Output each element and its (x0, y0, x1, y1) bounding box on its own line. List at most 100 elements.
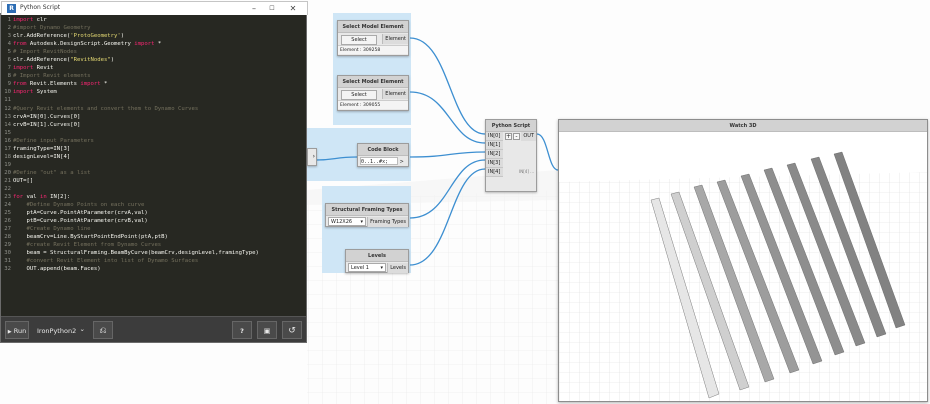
level-dropdown[interactable]: Level 1 ▾ (348, 263, 386, 272)
framing-type-dropdown[interactable]: W12X26 ▾ (328, 217, 366, 226)
element-output-port[interactable]: Element (382, 89, 408, 99)
structural-framing-types-node[interactable]: Structural Framing Types W12X26 ▾ Framin… (325, 203, 409, 227)
engine-dropdown[interactable]: IronPython2 ⌄ (33, 321, 89, 339)
code-line: 3 clr.AddReference('ProtoGeometry') (1, 32, 306, 40)
chevron-down-icon: ⌄ (79, 325, 85, 333)
level-selected: Level 1 (351, 265, 369, 271)
code-token: val (23, 194, 40, 201)
line-number: 5 (7, 49, 11, 56)
code-block-node[interactable]: Code Block 0..1..#x; > (357, 143, 409, 167)
code-token: #import Dynamo Geometry (13, 25, 91, 32)
editor-titlebar[interactable]: R Python Script – ☐ ✕ (1, 1, 308, 15)
code-token: import (13, 65, 34, 72)
code-token: #Define input Parameters (13, 137, 94, 144)
select-model-element-node-2[interactable]: Select Model Element Select Element Elem… (337, 75, 409, 111)
framing-type-selected: W12X26 (331, 219, 353, 225)
python-script-node[interactable]: Python Script IN[0] IN[1] IN[2] IN[3] IN… (485, 119, 537, 192)
input-port-in4[interactable]: IN[4] (486, 168, 503, 177)
node-title: Structural Framing Types (326, 204, 408, 216)
help-icon[interactable]: ? (232, 321, 252, 339)
input-port-in1[interactable]: IN[1] (486, 141, 503, 150)
code-line: 29 #create Revit Element from Dynamo Cur… (1, 241, 306, 249)
code-line: 12 #Query Revit elements and convert them… (1, 105, 306, 113)
line-number: 14 (4, 121, 11, 128)
element-output-port[interactable]: Element (382, 34, 408, 44)
output-port-arrow: › (312, 153, 315, 160)
code-token: import (13, 17, 34, 23)
revert-icon[interactable]: ↺ (282, 321, 302, 339)
minimize-button[interactable]: – (247, 3, 261, 14)
code-token: "RevitNodes" (70, 57, 111, 64)
code-line: 22 (1, 185, 306, 193)
remove-input-button[interactable]: - (513, 133, 520, 140)
input-port-in0[interactable]: IN[0] (486, 132, 503, 141)
close-button[interactable]: ✕ (286, 3, 300, 14)
add-input-button[interactable]: + (505, 133, 512, 140)
line-number: 25 (4, 210, 11, 217)
code-token: ptB=Curve.PointAtParameter(crvB,val) (13, 218, 148, 225)
code-line: 5 # Import RevitNodes (1, 48, 306, 56)
code-editor[interactable]: 1 import clr 2 #import Dynamo Geometry 3 clr.… (1, 16, 306, 311)
line-number: 32 (4, 266, 11, 273)
line-number: 16 (4, 137, 11, 144)
code-block-output-port[interactable]: > (400, 159, 404, 165)
line-number: 15 (4, 129, 11, 136)
code-token: IN[2]: (46, 194, 71, 201)
code-token: designLevel=IN[4] (13, 153, 71, 160)
line-number: 24 (4, 202, 11, 209)
code-token: # Import RevitNodes (13, 49, 77, 56)
maximize-button[interactable]: ☐ (265, 3, 279, 14)
line-number: 7 (7, 65, 11, 72)
code-line: 16 #Define input Parameters (1, 137, 306, 145)
line-number: 3 (7, 33, 11, 40)
code-block-input[interactable]: 0..1..#x; (360, 157, 398, 165)
levels-output-port[interactable]: Levels (387, 263, 408, 273)
watch-3d-node[interactable]: Watch 3D (558, 119, 928, 402)
code-line: 14 crvB=IN[1].Curves[0] (1, 121, 306, 129)
code-token: #create Revit Element from Dynamo Curves (13, 242, 162, 249)
input-port-in2[interactable]: IN[2] (486, 150, 503, 159)
code-token: Revit.Elements (26, 81, 81, 88)
node-title: Select Model Element (338, 21, 408, 33)
save-icon[interactable]: ▣ (257, 321, 277, 339)
line-number: 26 (4, 218, 11, 225)
node-info-label: IN[4] ... (519, 169, 534, 174)
python-output-port[interactable]: OUT (521, 132, 536, 141)
offscreen-node-stub[interactable]: › (307, 148, 317, 166)
code-token: * (100, 81, 108, 88)
code-line: 4 from Autodesk.DesignScript.Geometry imp… (1, 40, 306, 48)
select-button[interactable]: Select (341, 90, 377, 100)
select-model-element-node-1[interactable]: Select Model Element Select Element Elem… (337, 20, 409, 56)
select-button[interactable]: Select (341, 35, 377, 45)
editor-toolbar: ▶ Run IronPython2 ⌄ ⎌ ? ▣ ↺ (1, 316, 306, 342)
code-token: #Query Revit elements and convert them t… (13, 105, 199, 112)
code-line: 28 beamCrv=Line.ByStartPointEndPoint(ptA… (1, 233, 306, 241)
levels-node[interactable]: Levels Level 1 ▾ Levels (345, 249, 409, 273)
play-icon: ▶ (7, 329, 12, 335)
code-token: clr.AddReference( (13, 33, 71, 40)
code-line: 24 #Define Dynamo Points on each curve (1, 201, 306, 209)
code-line: 8 # Import Revit elements (1, 72, 306, 80)
code-token: #Create Dynamo line (13, 226, 91, 233)
line-number: 31 (4, 258, 11, 265)
framing-types-output-port[interactable]: Framing Types (367, 217, 408, 227)
line-number: 2 (7, 25, 11, 32)
line-number: 27 (4, 226, 11, 233)
code-line: 17 framingType=IN[3] (1, 145, 306, 153)
code-token: framingType=IN[3] (13, 145, 71, 152)
input-port-in3[interactable]: IN[3] (486, 159, 503, 168)
run-button[interactable]: ▶ Run (5, 321, 29, 339)
watch-3d-viewport[interactable] (559, 132, 927, 401)
code-token: beamCrv=Line.ByStartPointEndPoint(ptA,pt… (13, 234, 168, 241)
code-line: 19 (1, 161, 306, 169)
code-token: from (13, 41, 27, 48)
code-line: 6 clr.AddReference("RevitNodes") (1, 56, 306, 64)
code-token: 'ProtoGeometry' (70, 33, 121, 40)
code-token: beam = StructuralFraming.BeamByCurve(bea… (13, 250, 259, 257)
code-token: OUT=[] (13, 177, 34, 184)
python-script-editor-window[interactable]: R Python Script – ☐ ✕ 1 import clr 2 #impor… (0, 1, 308, 343)
line-number: 6 (7, 57, 11, 64)
line-number: 21 (4, 177, 11, 184)
migration-assistant-icon[interactable]: ⎌ (93, 321, 113, 339)
line-number: 13 (4, 113, 11, 120)
